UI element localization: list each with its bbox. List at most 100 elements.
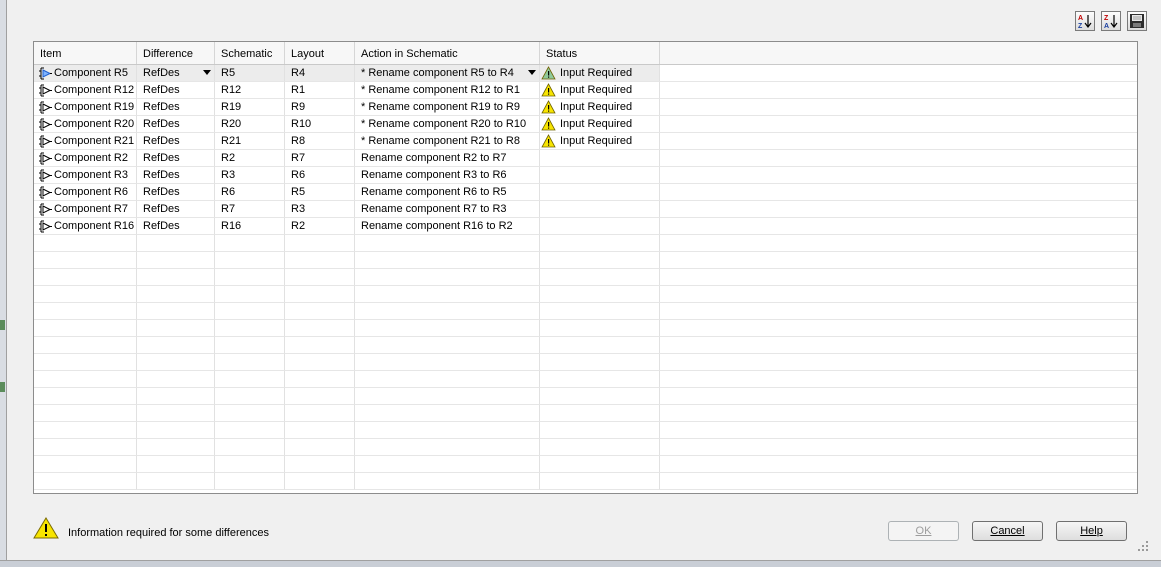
action-cell[interactable]: Rename component R3 to R6 — [355, 167, 540, 184]
table-row[interactable]: Component R20 RefDes R20 R10 * Rename compon… — [34, 116, 1137, 133]
status-label: Input Required — [560, 84, 633, 96]
help-button[interactable]: Help — [1056, 521, 1127, 541]
schematic-cell[interactable]: R2 — [215, 150, 285, 167]
action-cell[interactable]: * Rename component R5 to R4 — [355, 65, 540, 82]
difference-cell[interactable]: RefDes — [137, 201, 215, 218]
action-cell[interactable]: * Rename component R21 to R8 — [355, 133, 540, 150]
action-cell[interactable]: Rename component R7 to R3 — [355, 201, 540, 218]
table-row[interactable]: Component R21 RefDes R21 R8 * Rename compone… — [34, 133, 1137, 150]
ok-button[interactable]: OK — [888, 521, 959, 541]
item-cell[interactable]: Component R16 — [34, 218, 137, 235]
status-cell[interactable]: Input Required — [540, 82, 660, 99]
column-header-status[interactable]: Status — [540, 42, 660, 64]
layout-cell[interactable]: R1 — [285, 82, 355, 99]
table-row[interactable]: Component R16 RefDes R16 R2 Rename component… — [34, 218, 1137, 235]
action-cell[interactable]: * Rename component R12 to R1 — [355, 82, 540, 99]
warning-icon — [541, 117, 556, 131]
layout-cell[interactable]: R6 — [285, 167, 355, 184]
schematic-cell[interactable]: R5 — [215, 65, 285, 82]
status-cell[interactable] — [540, 150, 660, 167]
difference-cell[interactable]: RefDes — [137, 99, 215, 116]
item-cell[interactable]: Component R12 — [34, 82, 137, 99]
row-filler — [660, 422, 1137, 439]
layout-cell[interactable]: R7 — [285, 150, 355, 167]
difference-cell[interactable]: RefDes — [137, 150, 215, 167]
row-filler — [660, 286, 1137, 303]
schematic-cell[interactable]: R21 — [215, 133, 285, 150]
schematic-cell — [215, 388, 285, 405]
layout-cell[interactable]: R8 — [285, 133, 355, 150]
column-header-difference[interactable]: Difference — [137, 42, 215, 64]
action-cell[interactable]: * Rename component R20 to R10 — [355, 116, 540, 133]
layout-cell[interactable]: R5 — [285, 184, 355, 201]
column-header-action[interactable]: Action in Schematic — [355, 42, 540, 64]
item-cell[interactable]: Component R20 — [34, 116, 137, 133]
status-cell[interactable]: Input Required — [540, 99, 660, 116]
action-cell[interactable]: * Rename component R19 to R9 — [355, 99, 540, 116]
table-row[interactable]: Component R12 RefDes R12 R1 * Rename compone… — [34, 82, 1137, 99]
item-label: Component R19 — [54, 101, 135, 113]
difference-cell[interactable]: RefDes — [137, 184, 215, 201]
table-row[interactable]: Component R2 RefDes R2 R7 Rename component R… — [34, 150, 1137, 167]
dropdown-arrow-icon[interactable] — [203, 70, 211, 75]
layout-cell[interactable]: R10 — [285, 116, 355, 133]
difference-cell[interactable]: RefDes — [137, 82, 215, 99]
schematic-cell[interactable]: R3 — [215, 167, 285, 184]
layout-cell[interactable]: R3 — [285, 201, 355, 218]
schematic-cell[interactable]: R16 — [215, 218, 285, 235]
table-row[interactable]: Component R7 RefDes R7 R3 Rename component R… — [34, 201, 1137, 218]
layout-cell[interactable]: R4 — [285, 65, 355, 82]
background-window-bottom — [0, 560, 1161, 567]
item-cell[interactable]: Component R6 — [34, 184, 137, 201]
difference-label: RefDes — [143, 220, 180, 232]
save-report-button[interactable] — [1127, 11, 1147, 31]
sort-descending-button[interactable]: Z A — [1101, 11, 1121, 31]
item-cell[interactable]: Component R19 — [34, 99, 137, 116]
sort-ascending-button[interactable]: A Z — [1075, 11, 1095, 31]
table-row[interactable]: Component R5 RefDes R5 R4 * Rename component… — [34, 65, 1137, 82]
schematic-cell[interactable]: R6 — [215, 184, 285, 201]
status-cell[interactable]: Input Required — [540, 133, 660, 150]
schematic-cell[interactable]: R19 — [215, 99, 285, 116]
status-cell[interactable] — [540, 184, 660, 201]
item-cell[interactable]: Component R21 — [34, 133, 137, 150]
status-cell[interactable]: Input Required — [540, 116, 660, 133]
item-cell[interactable]: Component R3 — [34, 167, 137, 184]
schematic-cell[interactable]: R7 — [215, 201, 285, 218]
svg-text:A: A — [1104, 23, 1109, 29]
action-label: Rename component R7 to R3 — [361, 203, 507, 215]
schematic-cell[interactable]: R12 — [215, 82, 285, 99]
layout-cell[interactable]: R9 — [285, 99, 355, 116]
layout-cell[interactable]: R2 — [285, 218, 355, 235]
action-cell[interactable]: Rename component R6 to R5 — [355, 184, 540, 201]
dropdown-arrow-icon[interactable] — [528, 70, 536, 75]
status-cell[interactable] — [540, 218, 660, 235]
difference-cell[interactable]: RefDes — [137, 65, 215, 82]
toolbar: A Z Z A — [1075, 11, 1147, 31]
column-header-layout[interactable]: Layout — [285, 42, 355, 64]
schematic-label: R2 — [221, 152, 236, 164]
action-cell[interactable]: Rename component R16 to R2 — [355, 218, 540, 235]
item-cell[interactable]: Component R2 — [34, 150, 137, 167]
difference-cell[interactable]: RefDes — [137, 167, 215, 184]
cancel-button[interactable]: Cancel — [972, 521, 1043, 541]
table-row[interactable]: Component R6 RefDes R6 R5 Rename component R… — [34, 184, 1137, 201]
difference-cell[interactable]: RefDes — [137, 116, 215, 133]
status-cell[interactable] — [540, 167, 660, 184]
difference-cell[interactable]: RefDes — [137, 218, 215, 235]
table-row[interactable]: Component R19 RefDes R19 R9 * Rename compone… — [34, 99, 1137, 116]
difference-cell[interactable]: RefDes — [137, 133, 215, 150]
schematic-cell — [215, 405, 285, 422]
column-header-schematic[interactable]: Schematic — [215, 42, 285, 64]
schematic-cell[interactable]: R20 — [215, 116, 285, 133]
column-header-item[interactable]: Item — [34, 42, 137, 64]
status-cell[interactable]: Input Required — [540, 65, 660, 82]
item-cell[interactable]: Component R7 — [34, 201, 137, 218]
table-row[interactable]: Component R3 RefDes R3 R6 Rename component R… — [34, 167, 1137, 184]
schematic-cell — [215, 337, 285, 354]
layout-cell — [285, 456, 355, 473]
action-cell[interactable]: Rename component R2 to R7 — [355, 150, 540, 167]
resize-grip-icon[interactable] — [1137, 540, 1149, 552]
status-cell[interactable] — [540, 201, 660, 218]
item-cell[interactable]: Component R5 — [34, 65, 137, 82]
